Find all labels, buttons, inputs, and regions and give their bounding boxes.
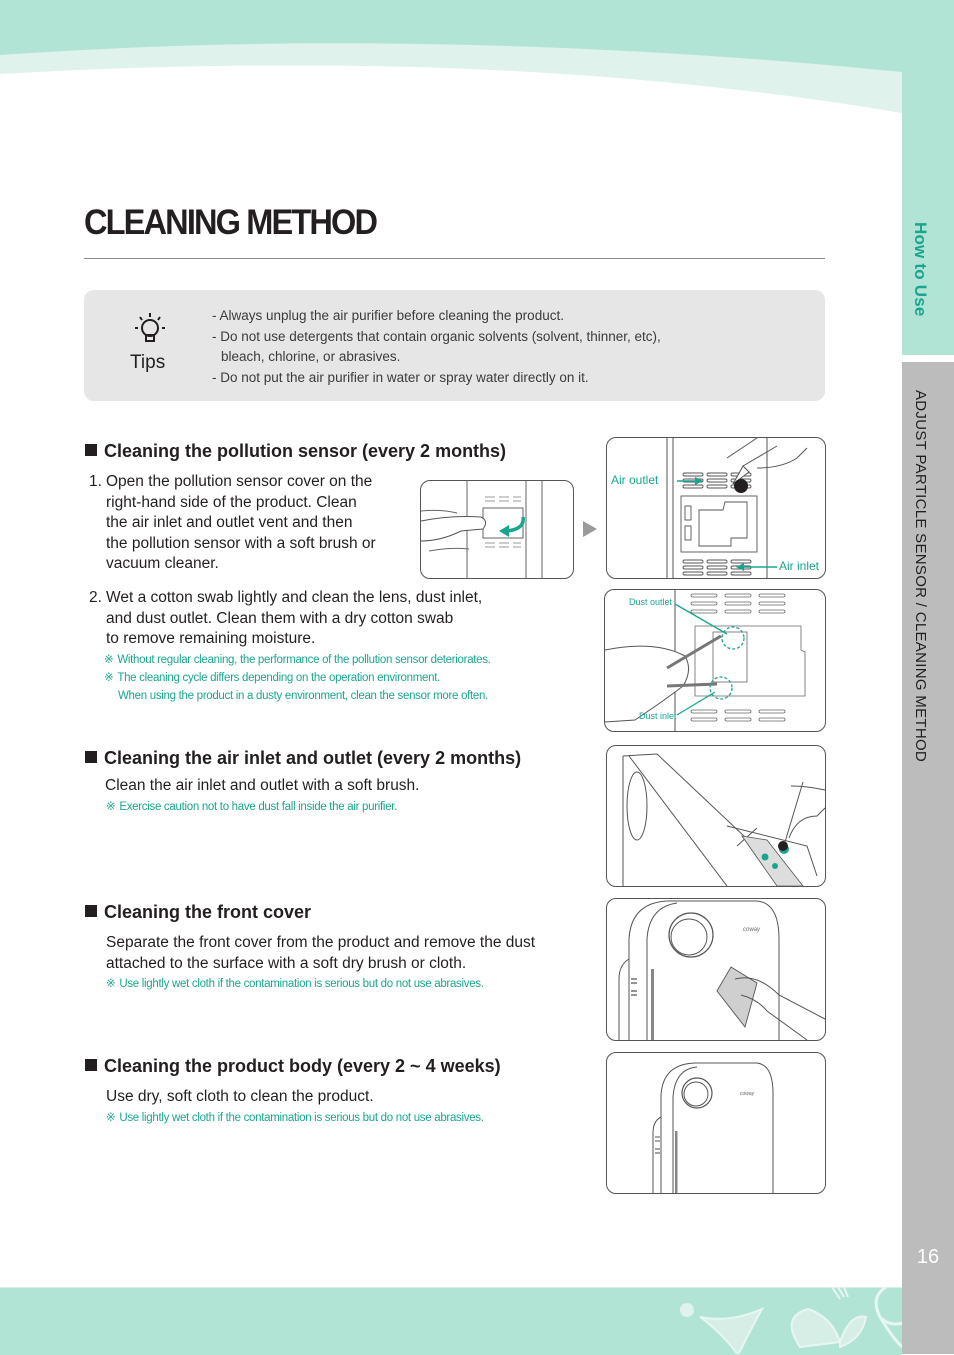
bullet-square-icon [85,1059,97,1071]
note-text: Use lightly wet cloth if the contaminati… [119,1112,484,1124]
section-heading-text: Cleaning the pollution sensor (every 2 m… [104,441,507,461]
figure-cotton-swab-sensor: Dust outlet Dust inlet [604,589,826,732]
tips-label: Tips [130,352,166,373]
note-text: Without regular cleaning, the performanc… [117,654,491,666]
note-asterisk-icon: ※ [104,672,114,684]
section-text: Use dry, soft cloth to clean the product… [106,1088,374,1105]
note-text: The cleaning cycle differs depending on … [117,672,441,684]
label-dust-inlet: Dust inlet [639,711,677,721]
note-text: Exercise caution not to have dust fall i… [119,801,398,813]
step-line: right-hand side of the product. Clean [106,493,357,511]
tips-item: - Do not put the air purifier in water o… [212,369,589,385]
note-asterisk-icon: ※ [104,654,114,666]
side-subsection-title: ADJUST PARTICLE SENSOR / CLEANING METHOD [902,390,954,860]
step-number: 1. [89,473,102,490]
note-product-body: ※ Use lightly wet cloth if the contaminat… [106,1109,484,1127]
label-dust-outlet: Dust outlet [629,597,673,607]
step-line: the pollution sensor with a soft brush o… [106,534,376,552]
tips-item: - Always unplug the air purifier before … [212,308,564,323]
section-heading-text: Cleaning the front cover [104,902,312,922]
title-divider [84,258,825,259]
step-2-text: Wet a cotton swab lightly and clean the … [106,588,482,650]
tips-list: - Always unplug the air purifier before … [212,306,661,388]
bullet-square-icon [85,444,97,456]
tips-item: bleach, chlorine, or abrasives. [221,349,401,364]
note-asterisk-icon: ※ [106,801,116,813]
section-heading-product-body: Cleaning the product body (every 2 ~ 4 w… [85,1056,501,1077]
step-number: 2. [89,589,102,606]
step-line: and dust outlet. Clean them with a dry c… [106,609,454,627]
tips-item: - Do not use detergents that contain org… [212,328,661,344]
section-heading-text: Cleaning the air inlet and outlet (every… [104,748,522,768]
figure-brush-air-vents: Air outlet Air inlet [606,437,826,579]
step-line: the air inlet and outlet vent and then [106,514,353,531]
header-wave-band [0,0,954,140]
lightbulb-icon [135,313,165,342]
note-air-inlet-outlet: ※ Exercise caution not to have dust fall … [106,798,397,816]
next-step-arrow-icon [583,521,597,537]
section-heading-text: Cleaning the product body (every 2 ~ 4 w… [104,1056,501,1076]
note-asterisk-icon: ※ [106,1112,116,1124]
figure-open-sensor-cover [420,480,574,579]
step-line: Open the pollution sensor cover on the [106,473,373,490]
bullet-square-icon [85,905,97,917]
page-number: 16 [916,1246,940,1268]
brand-logo: coway [743,927,761,933]
note-asterisk-icon: ※ [106,978,116,990]
side-subsection-label: ADJUST PARTICLE SENSOR / CLEANING METHOD [912,390,929,763]
label-air-inlet: Air inlet [779,559,820,573]
label-air-outlet: Air outlet [611,473,659,487]
brand-logo: coway [740,1091,755,1097]
section-heading-pollution-sensor: Cleaning the pollution sensor (every 2 m… [85,441,506,462]
footer-leaf-decoration-icon [680,1287,902,1354]
section-heading-front-cover: Cleaning the front cover [85,902,311,923]
note-front-cover: ※ Use lightly wet cloth if the contaminat… [106,975,484,993]
note-pollution-3: When using the product in a dusty enviro… [118,690,489,702]
section-heading-air-inlet-outlet: Cleaning the air inlet and outlet (every… [85,748,521,769]
section-text: Separate the front cover from the produc… [106,933,535,974]
section-text-line: attached to the surface with a soft dry … [106,954,467,972]
step-line: Wet a cotton swab lightly and clean the … [106,589,483,606]
note-pollution-1: ※ Without regular cleaning, the performan… [104,651,491,669]
page-title: CLEANING METHOD [84,203,378,242]
figure-brush-top-vent [606,745,826,887]
bullet-square-icon [85,751,97,763]
figure-wipe-front-cover: coway [606,898,826,1041]
step-line: vacuum cleaner. [106,555,219,572]
step-1-text: Open the pollution sensor cover on the r… [106,472,376,575]
section-text-line: Separate the front cover from the produc… [106,934,536,951]
figure-product-body: coway [606,1052,826,1194]
note-text: Use lightly wet cloth if the contaminati… [119,978,484,990]
step-line: to remove remaining moisture. [106,630,316,647]
note-pollution-2: ※ The cleaning cycle differs depending on… [104,669,440,687]
side-section-title: How to Use [902,222,954,332]
side-section-label: How to Use [911,222,930,317]
section-text: Clean the air inlet and outlet with a so… [105,777,420,794]
